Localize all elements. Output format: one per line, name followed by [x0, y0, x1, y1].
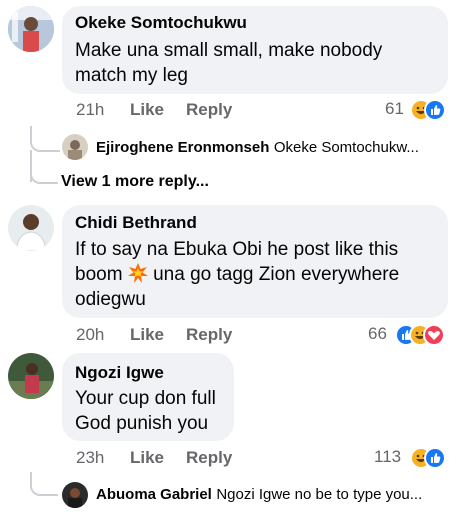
- like-button[interactable]: Like: [130, 100, 164, 120]
- reply-text: Ngozi Igwe no be to type you...: [216, 486, 423, 503]
- avatar-ngozi[interactable]: [8, 353, 54, 399]
- reply-button[interactable]: Reply: [186, 448, 232, 468]
- reply-preview[interactable]: Ejiroghene Eronmonseh Okeke Somtochukw..…: [96, 139, 419, 157]
- reply-button[interactable]: Reply: [186, 325, 232, 345]
- comment-text-line: Your cup don full: [75, 388, 216, 409]
- comment-author[interactable]: Ngozi Igwe: [75, 363, 164, 383]
- avatar-ejiroghene[interactable]: [62, 134, 88, 160]
- comment-text-line: God punish you: [75, 413, 209, 434]
- avatar-okeke[interactable]: [8, 6, 54, 52]
- reply-connector: [30, 472, 58, 496]
- love-icon: [423, 324, 445, 346]
- like-button[interactable]: Like: [130, 325, 164, 345]
- comment-time[interactable]: 21h: [76, 100, 104, 120]
- reply-author[interactable]: Abuoma Gabriel: [96, 486, 212, 503]
- reactions[interactable]: [410, 447, 450, 469]
- reaction-count[interactable]: 66: [368, 324, 387, 344]
- reply-button[interactable]: Reply: [186, 100, 232, 120]
- comment-text-line: match my leg: [75, 65, 188, 86]
- comment-text-line: If to say na Ebuka Obi he post like this: [75, 239, 399, 260]
- collision-icon: [127, 263, 148, 290]
- comment-text-line: boom una go tagg Zion everywhere: [75, 262, 399, 290]
- reply-text: Okeke Somtochukw...: [273, 139, 419, 156]
- reactions[interactable]: [410, 99, 450, 121]
- reaction-count[interactable]: 113: [374, 447, 401, 467]
- reaction-count[interactable]: 61: [385, 99, 404, 119]
- comment-time[interactable]: 20h: [76, 325, 104, 345]
- avatar-chidi[interactable]: [8, 205, 54, 251]
- comment-author[interactable]: Okeke Somtochukwu: [75, 13, 247, 33]
- like-icon: [424, 447, 446, 469]
- reply-connector: [30, 126, 60, 152]
- comment-time[interactable]: 23h: [76, 448, 104, 468]
- like-button[interactable]: Like: [130, 448, 164, 468]
- reply-author[interactable]: Ejiroghene Eronmonseh: [96, 139, 269, 156]
- like-icon: [424, 99, 446, 121]
- comment-author[interactable]: Chidi Bethrand: [75, 213, 197, 233]
- avatar-abuoma[interactable]: [62, 482, 88, 508]
- comment-text-line: Make una small small, make nobody: [75, 40, 383, 61]
- comment-text-fragment: boom: [75, 264, 123, 285]
- view-more-replies[interactable]: View 1 more reply...: [61, 173, 209, 191]
- view-more-connector: [30, 160, 58, 184]
- comment-text-line: odiegwu: [75, 289, 146, 310]
- comment-text-fragment: una go tagg Zion everywhere: [153, 264, 400, 285]
- reply-preview[interactable]: Abuoma Gabriel Ngozi Igwe no be to type …: [96, 486, 422, 504]
- reactions[interactable]: [395, 324, 451, 346]
